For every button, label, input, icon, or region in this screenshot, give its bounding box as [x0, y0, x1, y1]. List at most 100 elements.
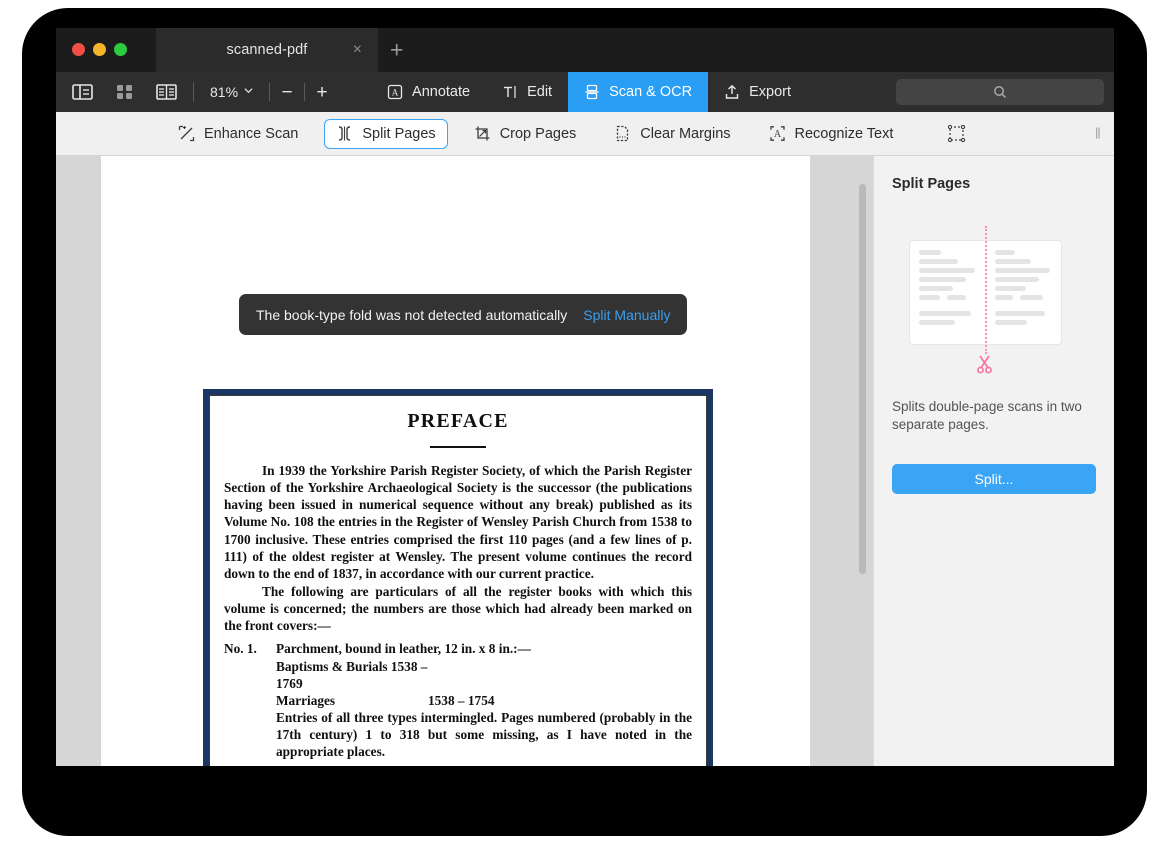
tab-annotate-label: Annotate [412, 84, 470, 100]
tool-clear-margins-label: Clear Margins [640, 126, 730, 142]
tool-split-pages-label: Split Pages [362, 126, 435, 142]
tool-crop-pages[interactable]: Crop Pages [462, 119, 589, 149]
svg-text:A: A [392, 88, 399, 98]
recognize-text-icon: A [769, 125, 786, 142]
document-canvas[interactable]: The book-type fold was not detected auto… [56, 156, 873, 766]
scanned-page-image[interactable]: PREFACE In 1939 the Yorkshire Parish Reg… [203, 389, 713, 766]
text-line [947, 295, 967, 300]
panel-title: Split Pages [892, 176, 1096, 192]
book-page-right [986, 241, 1062, 344]
text-line [919, 320, 955, 325]
vertical-scrollbar[interactable] [859, 184, 866, 574]
close-window-button[interactable] [72, 43, 85, 56]
tool-recognize-text-label: Recognize Text [795, 126, 894, 142]
panel-description: Splits double-page scans in two separate… [892, 398, 1096, 434]
window-controls [72, 43, 127, 56]
document-paragraph-2: The following are particulars of all the… [224, 583, 692, 634]
zoom-level-selector[interactable]: 81% [210, 84, 253, 100]
grid-view-icon[interactable] [114, 83, 135, 101]
split-illustration [892, 226, 1096, 386]
workspace: The book-type fold was not detected auto… [56, 156, 1114, 766]
entry-subline-2: Marriages 1538 – 1754 [276, 692, 692, 709]
minimize-window-button[interactable] [93, 43, 106, 56]
tool-enhance-scan[interactable]: Enhance Scan [166, 119, 310, 149]
split-pages-icon [336, 125, 353, 142]
entry-sub-left-2: Marriages [276, 692, 428, 709]
sidebar-view-icon[interactable] [72, 83, 93, 101]
zoom-level-value: 81% [210, 84, 238, 100]
main-toolbar: 81% − + A Annotate Edit Scan & OCR Expor… [56, 72, 1114, 112]
zoom-divider-2 [304, 83, 305, 101]
enhance-scan-icon [178, 125, 195, 142]
mode-tabs: A Annotate Edit Scan & OCR Export [371, 72, 807, 112]
cut-line [985, 226, 987, 354]
tab-annotate[interactable]: A Annotate [371, 72, 486, 112]
entry-subline: Baptisms & Burials 1538 – 1769 [276, 658, 692, 692]
scan-ocr-icon [584, 84, 600, 100]
entry-number: No. 1. [224, 640, 276, 760]
two-page-view-icon[interactable] [156, 83, 177, 101]
entry-sub-left: Baptisms & Burials 1538 – 1769 [276, 658, 428, 692]
text-line [995, 277, 1040, 282]
view-controls [56, 83, 177, 101]
zoom-out-button[interactable]: − [276, 83, 298, 102]
text-line-row [919, 295, 977, 304]
entry-lead: Parchment, bound in leather, 12 in. x 8 … [276, 640, 692, 657]
tab-export[interactable]: Export [708, 72, 807, 112]
app-window: scanned-pdf × + 81% − + A [56, 28, 1114, 766]
tool-enhance-scan-label: Enhance Scan [204, 126, 298, 142]
title-bar: scanned-pdf × + [56, 28, 1114, 72]
text-line-row [995, 295, 1053, 304]
tab-title: scanned-pdf [227, 42, 308, 58]
crop-pages-icon [474, 125, 491, 142]
scissors-icon [976, 354, 993, 380]
panel-resize-grip[interactable]: ‖ [1095, 125, 1100, 142]
text-line [919, 259, 958, 264]
toolbar-divider [193, 82, 194, 102]
tool-select-area[interactable] [935, 119, 978, 149]
text-line [919, 277, 966, 282]
close-icon[interactable]: × [353, 42, 362, 58]
text-line [995, 259, 1031, 264]
text-line [995, 295, 1014, 300]
split-pages-panel: Split Pages [873, 156, 1114, 766]
tab-edit-label: Edit [527, 84, 552, 100]
text-line [995, 250, 1015, 255]
book-page-left [910, 241, 986, 344]
tool-split-pages[interactable]: Split Pages [324, 119, 447, 149]
document-paragraph-1: In 1939 the Yorkshire Parish Register So… [224, 462, 692, 582]
maximize-window-button[interactable] [114, 43, 127, 56]
tool-crop-pages-label: Crop Pages [500, 126, 577, 142]
text-line [995, 286, 1026, 291]
split-button[interactable]: Split... [892, 464, 1096, 494]
annotate-icon: A [387, 84, 403, 100]
svg-text:A: A [773, 129, 781, 140]
entry-tail: Entries of all three types intermingled.… [276, 709, 692, 760]
export-icon [724, 84, 740, 100]
text-line [995, 268, 1050, 273]
document-tab[interactable]: scanned-pdf × [156, 28, 378, 72]
tool-recognize-text[interactable]: A Recognize Text [757, 119, 906, 149]
text-line [995, 320, 1028, 325]
zoom-divider [269, 83, 270, 101]
text-line [919, 286, 953, 291]
document-title: PREFACE [224, 410, 692, 433]
tab-scan-ocr-label: Scan & OCR [609, 84, 692, 100]
text-line [919, 268, 975, 273]
tab-edit[interactable]: Edit [486, 72, 568, 112]
entry-sub-right-2: 1538 – 1754 [428, 692, 494, 709]
zoom-in-button[interactable]: + [311, 83, 333, 102]
text-line [995, 311, 1046, 316]
clear-margins-icon [614, 125, 631, 142]
new-tab-icon[interactable]: + [390, 39, 403, 62]
split-manually-link[interactable]: Split Manually [583, 307, 670, 323]
tool-clear-margins[interactable]: Clear Margins [602, 119, 742, 149]
text-line [1020, 295, 1042, 300]
notification-banner: The book-type fold was not detected auto… [239, 294, 687, 335]
search-input[interactable] [896, 79, 1104, 105]
register-entry-1: No. 1. Parchment, bound in leather, 12 i… [224, 640, 692, 760]
tab-export-label: Export [749, 84, 791, 100]
chevron-down-icon [244, 86, 253, 95]
edit-text-icon [502, 84, 518, 100]
tab-scan-ocr[interactable]: Scan & OCR [568, 72, 708, 112]
